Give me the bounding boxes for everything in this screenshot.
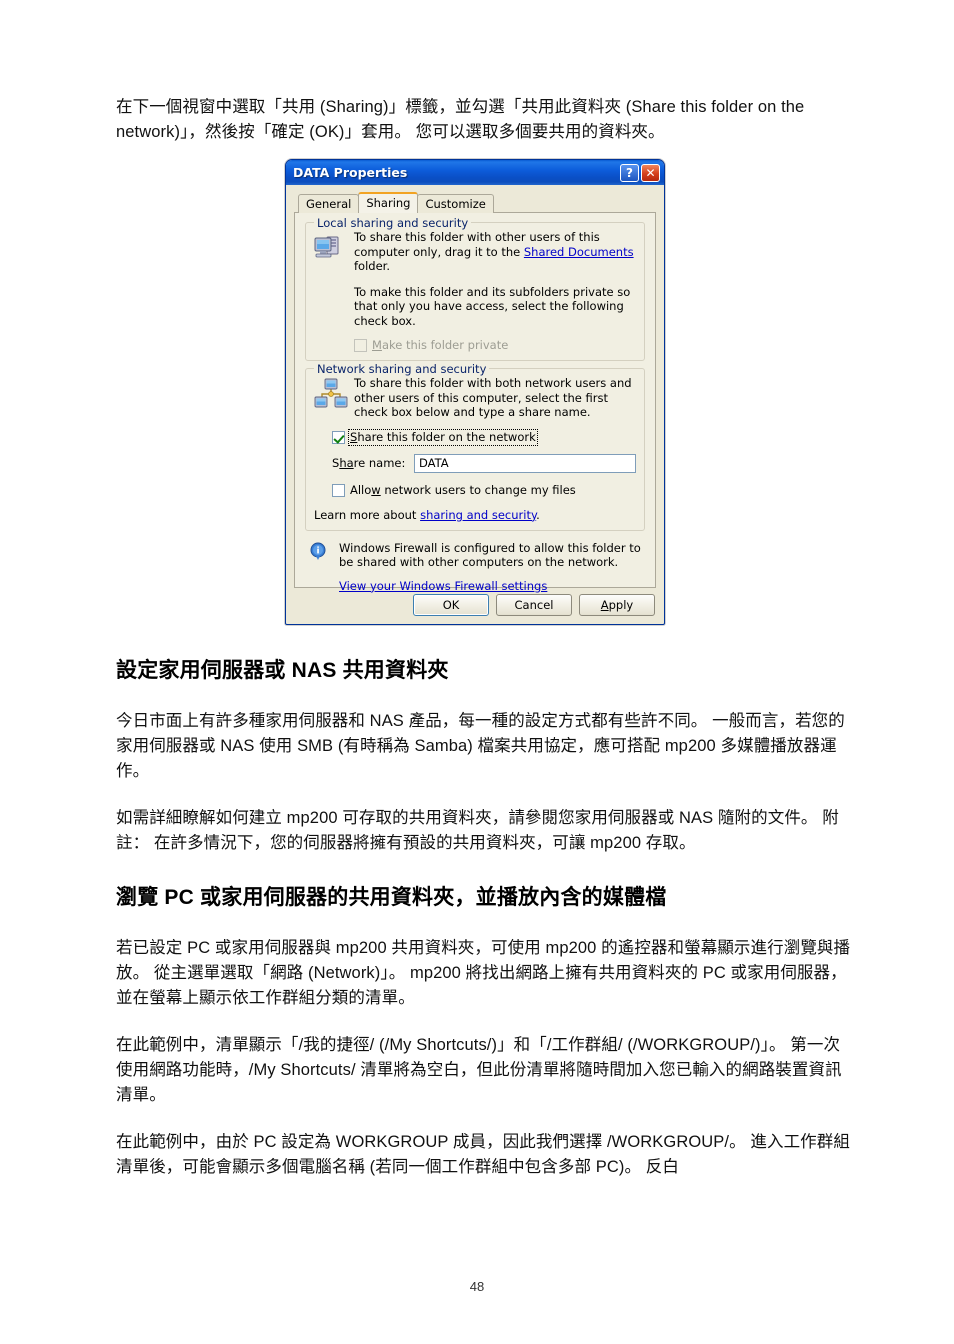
section2-paragraph-2: 在此範例中，清單顯示「/我的捷徑/ (/My Shortcuts/)」和「/工作…: [116, 1036, 842, 1104]
local-sharing-description: To share this folder with other users of…: [354, 230, 636, 274]
dialog-tabstrip: General Sharing Customize: [294, 192, 656, 213]
sharing-tab-panel: Local sharing and security To share this…: [294, 212, 656, 593]
share-name-input[interactable]: [414, 453, 636, 473]
learn-more-row: Learn more about sharing and security.: [314, 508, 636, 522]
network-sharing-description: To share this folder with both network u…: [354, 376, 632, 419]
titlebar-buttons: ? ✕: [620, 163, 660, 182]
section2-paragraph-1: 若已設定 PC 或家用伺服器與 mp200 共用資料夾，可使用 mp200 的遙…: [116, 939, 851, 1007]
windows-firewall-settings-link[interactable]: View your Windows Firewall settings: [339, 579, 547, 593]
dialog-titlebar[interactable]: DATA Properties ? ✕: [286, 160, 664, 185]
dialog-button-row: OK Cancel Apply: [413, 594, 655, 616]
share-folder-on-network-checkbox[interactable]: [332, 430, 345, 444]
learn-more-suffix: .: [536, 507, 540, 522]
make-folder-private-row[interactable]: Make this folder private: [354, 339, 636, 352]
section1-paragraph-1: 今日市面上有許多種家用伺服器和 NAS 產品，每一種的設定方式都有些許不同。 一…: [116, 712, 845, 780]
computer-icon: [314, 230, 354, 352]
tab-sharing[interactable]: Sharing: [358, 192, 419, 213]
network-sharing-groupbox: Network sharing and security To share th…: [305, 362, 645, 531]
intro-paragraph: 在下一個視窗中選取「共用 (Sharing)」標籤，並勾選「共用此資料夾 (Sh…: [116, 98, 805, 141]
page-number: 48: [469, 1279, 485, 1294]
cancel-button[interactable]: Cancel: [496, 594, 572, 616]
network-computers-icon: [314, 376, 354, 420]
local-sharing-groupbox: Local sharing and security To share this…: [305, 216, 645, 361]
apply-button[interactable]: Apply: [579, 594, 655, 616]
help-icon[interactable]: ?: [620, 163, 639, 182]
tab-customize[interactable]: Customize: [417, 194, 494, 213]
allow-network-users-label: Allow network users to change my files: [350, 482, 576, 497]
ok-button[interactable]: OK: [413, 594, 489, 616]
make-private-description: To make this folder and its subfolders p…: [354, 284, 631, 328]
firewall-notice: Windows Firewall is configured to allow …: [305, 541, 645, 594]
allow-network-users-row[interactable]: Allow network users to change my files: [314, 482, 636, 497]
local-sharing-legend: Local sharing and security: [314, 216, 472, 230]
sharing-and-security-link[interactable]: sharing and security: [420, 508, 536, 522]
info-icon: [309, 541, 339, 594]
share-folder-on-network-row[interactable]: Share this folder on the network: [314, 428, 636, 446]
network-sharing-legend: Network sharing and security: [314, 362, 490, 376]
share-folder-on-network-label: Share this folder on the network: [348, 428, 538, 446]
section-heading-home-server-nas: 設定家用伺服器或 NAS 共用資料夾: [116, 659, 449, 682]
allow-network-users-checkbox[interactable]: [332, 483, 345, 497]
section1-paragraph-2: 如需詳細瞭解如何建立 mp200 可存取的共用資料夾，請參閱您家用伺服器或 NA…: [116, 809, 839, 852]
section-heading-browse-shared-folders: 瀏覽 PC 或家用伺服器的共用資料夾，並播放內含的媒體檔: [116, 886, 667, 909]
share-name-label: Share name:: [332, 456, 406, 470]
close-icon[interactable]: ✕: [641, 163, 660, 182]
make-folder-private-label: Make this folder private: [372, 338, 509, 352]
share-name-row: Share name:: [314, 453, 636, 473]
shared-documents-link[interactable]: Shared Documents: [524, 245, 634, 259]
make-folder-private-checkbox[interactable]: [354, 339, 367, 352]
section2-paragraph-3: 在此範例中，由於 PC 設定為 WORKGROUP 成員，因此我們選擇 /WOR…: [116, 1133, 850, 1176]
dialog-body: General Sharing Customize Local sharing …: [286, 185, 664, 624]
dialog-title: DATA Properties: [293, 165, 408, 180]
learn-more-prefix: Learn more about: [314, 507, 421, 522]
local-desc-after-link: folder.: [354, 259, 390, 273]
firewall-notice-text: Windows Firewall is configured to allow …: [339, 540, 641, 570]
tab-general[interactable]: General: [298, 194, 360, 213]
data-properties-dialog: DATA Properties ? ✕ General Sharing Cust…: [285, 159, 665, 625]
